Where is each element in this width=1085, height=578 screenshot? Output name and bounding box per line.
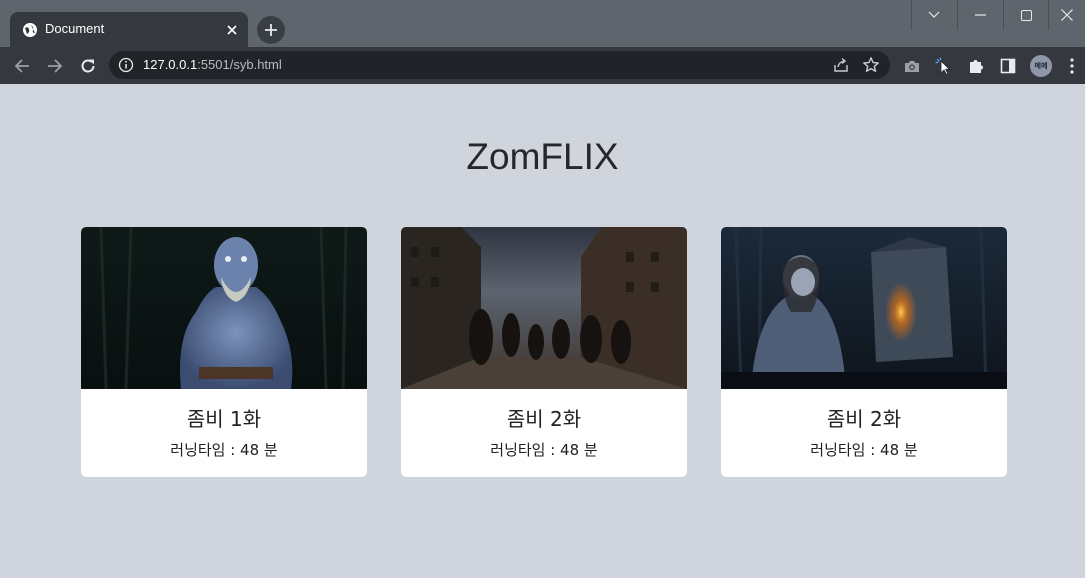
- page-title: ZomFLIX: [466, 136, 619, 177]
- address-bar[interactable]: 127.0.0.1:5501/syb.html: [109, 51, 890, 79]
- page-content: ZomFLIX 좀비 1화 러닝타임 : 48 분 좀비 2화 러닝타임: 4…: [0, 84, 1085, 578]
- episode-card[interactable]: 좀비 2화 러닝타임 : 48 분: [721, 227, 1007, 477]
- new-tab-button[interactable]: [257, 16, 285, 44]
- episode-thumbnail: [401, 227, 687, 389]
- chevron-down-icon: [928, 11, 940, 18]
- plus-icon: [265, 24, 277, 36]
- forward-arrow-icon: [48, 59, 63, 73]
- url-path: :5501/syb.html: [197, 57, 282, 72]
- back-arrow-icon: [14, 59, 29, 73]
- reload-button[interactable]: [75, 53, 101, 79]
- globe-icon: [22, 22, 38, 38]
- url-text[interactable]: 127.0.0.1:5501/syb.html: [143, 57, 282, 72]
- episode-thumbnail: [81, 227, 367, 389]
- episode-title: 좀비 2화: [506, 407, 582, 431]
- extensions-puzzle-icon[interactable]: [966, 56, 986, 76]
- episode-card[interactable]: 좀비 1화 러닝타임 : 48 분: [81, 227, 367, 477]
- reload-icon: [81, 59, 95, 73]
- episode-title: 좀비 2화: [826, 407, 902, 431]
- url-host: 127.0.0.1: [143, 57, 198, 72]
- episode-runtime: 러닝타임 : 48 분: [170, 441, 278, 459]
- tab-search-button[interactable]: [911, 0, 956, 30]
- minimize-icon: [974, 14, 986, 16]
- share-icon[interactable]: [832, 56, 850, 74]
- site-info-icon[interactable]: [118, 57, 134, 73]
- forward-button[interactable]: [42, 53, 68, 79]
- close-tab-icon[interactable]: [222, 20, 242, 40]
- close-icon: [1061, 9, 1073, 21]
- minimize-button[interactable]: [957, 0, 1002, 30]
- tab-title: Document: [45, 21, 105, 36]
- cursor-extension-icon[interactable]: [934, 56, 954, 76]
- browser-tab[interactable]: Document: [10, 12, 248, 48]
- browser-titlebar: Document: [0, 0, 1085, 48]
- bookmark-star-icon[interactable]: [862, 56, 880, 74]
- episode-runtime: 러닝타임 : 48 분: [810, 441, 918, 459]
- side-panel-icon[interactable]: [998, 56, 1018, 76]
- episode-card[interactable]: 좀비 2화 러닝타임 : 48 분: [401, 227, 687, 477]
- close-window-button[interactable]: [1048, 0, 1085, 30]
- camera-icon[interactable]: [902, 56, 922, 76]
- menu-kebab-icon[interactable]: [1062, 56, 1082, 76]
- episode-runtime: 러닝타임 : 48 분: [490, 441, 598, 459]
- browser-toolbar: 127.0.0.1:5501/syb.html 메메: [0, 47, 1085, 84]
- maximize-icon: [1020, 9, 1032, 21]
- episode-title: 좀비 1화: [186, 407, 262, 431]
- back-button[interactable]: [9, 53, 35, 79]
- profile-avatar[interactable]: 메메: [1030, 55, 1052, 77]
- episode-thumbnail: [721, 227, 1007, 389]
- maximize-button[interactable]: [1003, 0, 1048, 30]
